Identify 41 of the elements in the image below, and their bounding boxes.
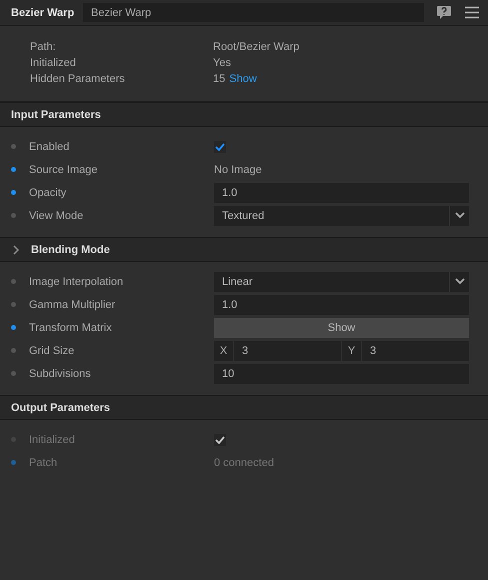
parameter-value: 0 connected [214, 456, 274, 468]
dropdown[interactable]: Linear [214, 272, 469, 292]
info-label: Path: [30, 41, 57, 53]
chevron-icon[interactable] [11, 244, 21, 254]
parameter-label: Enabled [29, 140, 70, 152]
input-field[interactable]: 3 [362, 340, 469, 360]
parameter-label: Source Image [29, 164, 98, 176]
info-label: Initialized [30, 57, 77, 69]
help-icon[interactable] [436, 5, 452, 20]
caret-icon [454, 212, 464, 219]
dropdown[interactable]: Textured [214, 206, 469, 226]
parameter-label: Transform Matrix [29, 322, 112, 334]
parameter-label: Image Interpolation [29, 276, 124, 288]
parameter-label: Gamma Multiplier [29, 298, 116, 310]
show-button[interactable]: Show [214, 318, 469, 338]
panel-title: Bezier Warp [11, 6, 75, 18]
name-field[interactable]: Bezier Warp [83, 3, 424, 22]
section-header[interactable]: Blending Mode [0, 237, 488, 262]
info-value: Yes [213, 57, 231, 69]
show-link[interactable]: Show [229, 73, 257, 85]
section-header: Input Parameters [0, 102, 488, 127]
input-field[interactable]: 1.0 [214, 182, 469, 202]
axis-label: Y [342, 340, 361, 360]
section-header: Output Parameters [0, 395, 488, 420]
parameter-value: No Image [214, 164, 262, 176]
info-value: Root/Bezier Warp [213, 41, 300, 53]
axis-label: X [214, 340, 233, 360]
parameter-label: Grid Size [29, 344, 74, 356]
parameter-label: Subdivisions [29, 368, 91, 380]
caret-icon [454, 278, 464, 285]
input-field[interactable]: 3 [234, 340, 341, 360]
checkbox[interactable] [214, 140, 226, 152]
parameter-label: Patch [29, 456, 58, 468]
parameter-label: Opacity [29, 186, 66, 198]
info-label: Hidden Parameters [30, 73, 126, 85]
info-value: 15 [213, 73, 226, 85]
parameter-label: Initialized [29, 434, 75, 446]
menu-icon[interactable] [464, 6, 480, 19]
parameter-label: View Mode [29, 210, 84, 222]
input-field[interactable]: 1.0 [214, 294, 469, 314]
input-field[interactable]: 10 [214, 364, 469, 384]
